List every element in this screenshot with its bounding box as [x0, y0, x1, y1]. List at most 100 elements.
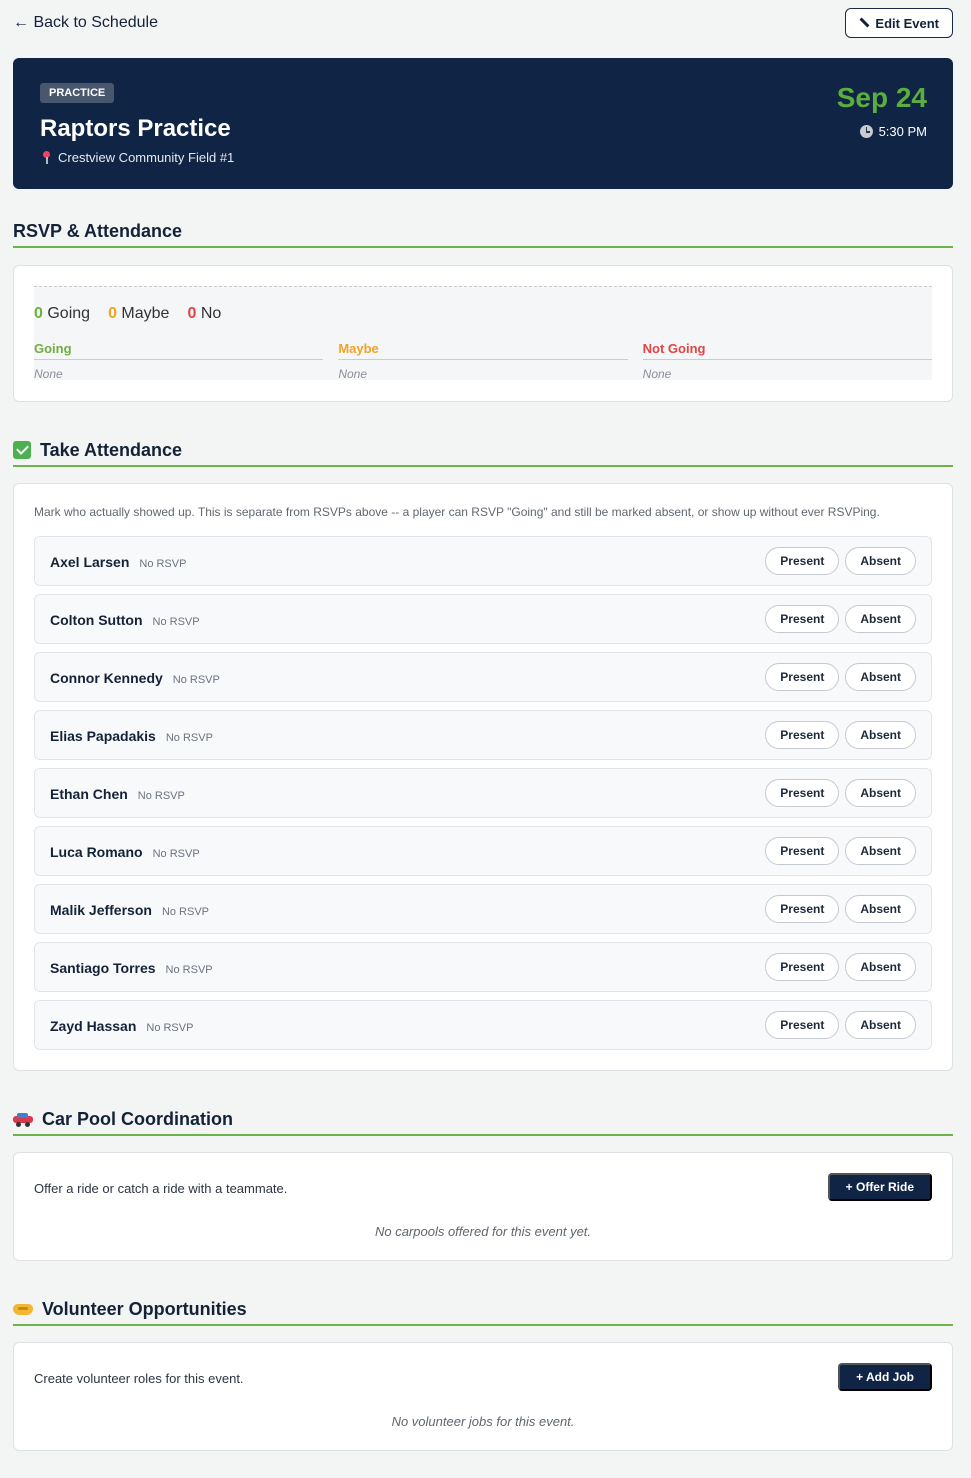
rsvp-summary: 0 Going 0 Maybe 0 No Going None Maybe No…: [34, 286, 932, 381]
carpool-empty-message: No carpools offered for this event yet.: [374, 1224, 592, 1239]
attendance-buttons: Present Absent: [765, 663, 916, 691]
volunteer-heading-text: Volunteer Opportunities: [42, 1298, 247, 1319]
attendance-heading-text: Take Attendance: [40, 439, 183, 460]
pencil-icon: [859, 18, 869, 28]
player-name: Colton Sutton No RSVP: [50, 612, 200, 628]
clock-icon: [859, 125, 873, 138]
attendance-row: Elias Papadakis No RSVP Present Absent: [34, 710, 932, 760]
no-count: 0 No: [187, 305, 222, 322]
top-bar: ← Back to Schedule Edit Event: [13, 8, 953, 38]
attendance-row: Ethan Chen No RSVP Present Absent: [34, 768, 932, 818]
car-icon: [13, 1112, 33, 1127]
attendance-buttons: Present Absent: [765, 779, 916, 807]
event-location: Crestview Community Field #1: [42, 150, 234, 165]
attendance-row: Axel Larsen No RSVP Present Absent: [34, 536, 932, 586]
player-name: Luca Romano No RSVP: [50, 844, 200, 860]
attendance-row: Luca Romano No RSVP Present Absent: [34, 826, 932, 876]
event-time-text: 5:30 PM: [878, 124, 927, 139]
attendance-buttons: Present Absent: [765, 605, 916, 633]
absent-button[interactable]: Absent: [845, 837, 916, 865]
maybe-count: 0 Maybe: [108, 305, 170, 322]
attendance-buttons: Present Absent: [765, 837, 916, 865]
present-button[interactable]: Present: [765, 1011, 840, 1039]
absent-button[interactable]: Absent: [845, 779, 916, 807]
attendance-buttons: Present Absent: [765, 895, 916, 923]
carpool-card: Offer a ride or catch a ride with a team…: [13, 1152, 953, 1261]
absent-button[interactable]: Absent: [845, 1011, 916, 1039]
rsvp-card: 0 Going 0 Maybe 0 No Going None Maybe No…: [13, 265, 953, 402]
volunteer-description: Create volunteer roles for this event.: [34, 1371, 244, 1386]
player-name: Elias Papadakis No RSVP: [50, 728, 213, 744]
attendance-buttons: Present Absent: [765, 547, 916, 575]
player-rsvp-status: No RSVP: [165, 964, 213, 976]
player-name: Santiago Torres No RSVP: [50, 960, 213, 976]
player-name: Malik Jefferson No RSVP: [50, 902, 210, 918]
attendance-buttons: Present Absent: [765, 953, 916, 981]
present-button[interactable]: Present: [765, 721, 840, 749]
player-name: Connor Kennedy No RSVP: [50, 670, 220, 686]
carpool-description: Offer a ride or catch a ride with a team…: [34, 1181, 288, 1196]
player-name: Ethan Chen No RSVP: [50, 786, 185, 802]
attendance-row: Malik Jefferson No RSVP Present Absent: [34, 884, 932, 934]
rsvp-counts: 0 Going 0 Maybe 0 No: [34, 305, 221, 323]
edit-event-button[interactable]: Edit Event: [845, 8, 953, 38]
present-button[interactable]: Present: [765, 895, 840, 923]
rsvp-section-heading: RSVP & Attendance: [13, 216, 953, 248]
absent-button[interactable]: Absent: [845, 547, 916, 575]
rsvp-column-maybe: Maybe None: [338, 341, 628, 381]
handshake-icon: [13, 1301, 33, 1317]
absent-button[interactable]: Absent: [845, 663, 916, 691]
player-rsvp-status: No RSVP: [165, 732, 213, 744]
volunteer-card: Create volunteer roles for this event. +…: [13, 1342, 953, 1451]
attendance-row: Colton Sutton No RSVP Present Absent: [34, 594, 932, 644]
present-button[interactable]: Present: [765, 605, 840, 633]
player-rsvp-status: No RSVP: [137, 790, 185, 802]
back-to-schedule-link[interactable]: ← Back to Schedule: [13, 14, 158, 32]
carpool-section-heading: Car Pool Coordination: [13, 1104, 953, 1136]
player-rsvp-status: No RSVP: [172, 674, 220, 686]
player-rsvp-status: No RSVP: [146, 1022, 194, 1034]
attendance-section-heading: Take Attendance: [13, 435, 953, 467]
attendance-row: Zayd Hassan No RSVP Present Absent: [34, 1000, 932, 1050]
rsvp-columns: Going None Maybe None Not Going None: [34, 341, 932, 381]
attendance-buttons: Present Absent: [765, 721, 916, 749]
rsvp-column-not-going: Not Going None: [642, 341, 932, 381]
player-name: Axel Larsen No RSVP: [50, 554, 187, 570]
edit-event-label: Edit Event: [875, 15, 939, 31]
absent-button[interactable]: Absent: [845, 605, 916, 633]
player-rsvp-status: No RSVP: [139, 558, 187, 570]
event-type-badge: PRACTICE: [40, 83, 115, 103]
attendance-description: Mark who actually showed up. This is sep…: [34, 505, 880, 519]
offer-ride-button[interactable]: + Offer Ride: [827, 1173, 932, 1201]
event-title: Raptors Practice: [40, 115, 231, 142]
present-button[interactable]: Present: [765, 837, 840, 865]
rsvp-heading-text: RSVP & Attendance: [13, 220, 183, 241]
pin-icon: [42, 151, 51, 164]
present-button[interactable]: Present: [765, 547, 840, 575]
absent-button[interactable]: Absent: [845, 953, 916, 981]
add-job-button[interactable]: + Add Job: [838, 1363, 932, 1391]
player-rsvp-status: No RSVP: [152, 848, 200, 860]
carpool-heading-text: Car Pool Coordination: [42, 1108, 233, 1129]
attendance-row: Connor Kennedy No RSVP Present Absent: [34, 652, 932, 702]
event-header: PRACTICE Raptors Practice Crestview Comm…: [13, 58, 953, 189]
player-rsvp-status: No RSVP: [152, 616, 200, 628]
absent-button[interactable]: Absent: [845, 895, 916, 923]
volunteer-section-heading: Volunteer Opportunities: [13, 1294, 953, 1326]
present-button[interactable]: Present: [765, 953, 840, 981]
present-button[interactable]: Present: [765, 663, 840, 691]
rsvp-column-going: Going None: [34, 341, 324, 381]
event-time: 5:30 PM: [859, 124, 927, 139]
player-rsvp-status: No RSVP: [161, 906, 210, 918]
attendance-buttons: Present Absent: [765, 1011, 916, 1039]
volunteer-empty-message: No volunteer jobs for this event.: [391, 1414, 575, 1429]
player-name: Zayd Hassan No RSVP: [50, 1018, 194, 1034]
present-button[interactable]: Present: [765, 779, 840, 807]
attendance-card: Mark who actually showed up. This is sep…: [13, 483, 953, 1071]
check-icon: [13, 441, 31, 459]
attendance-row: Santiago Torres No RSVP Present Absent: [34, 942, 932, 992]
absent-button[interactable]: Absent: [845, 721, 916, 749]
event-date: Sep 24: [836, 82, 927, 113]
going-count: 0 Going: [34, 305, 91, 322]
event-location-text: Crestview Community Field #1: [58, 150, 235, 165]
